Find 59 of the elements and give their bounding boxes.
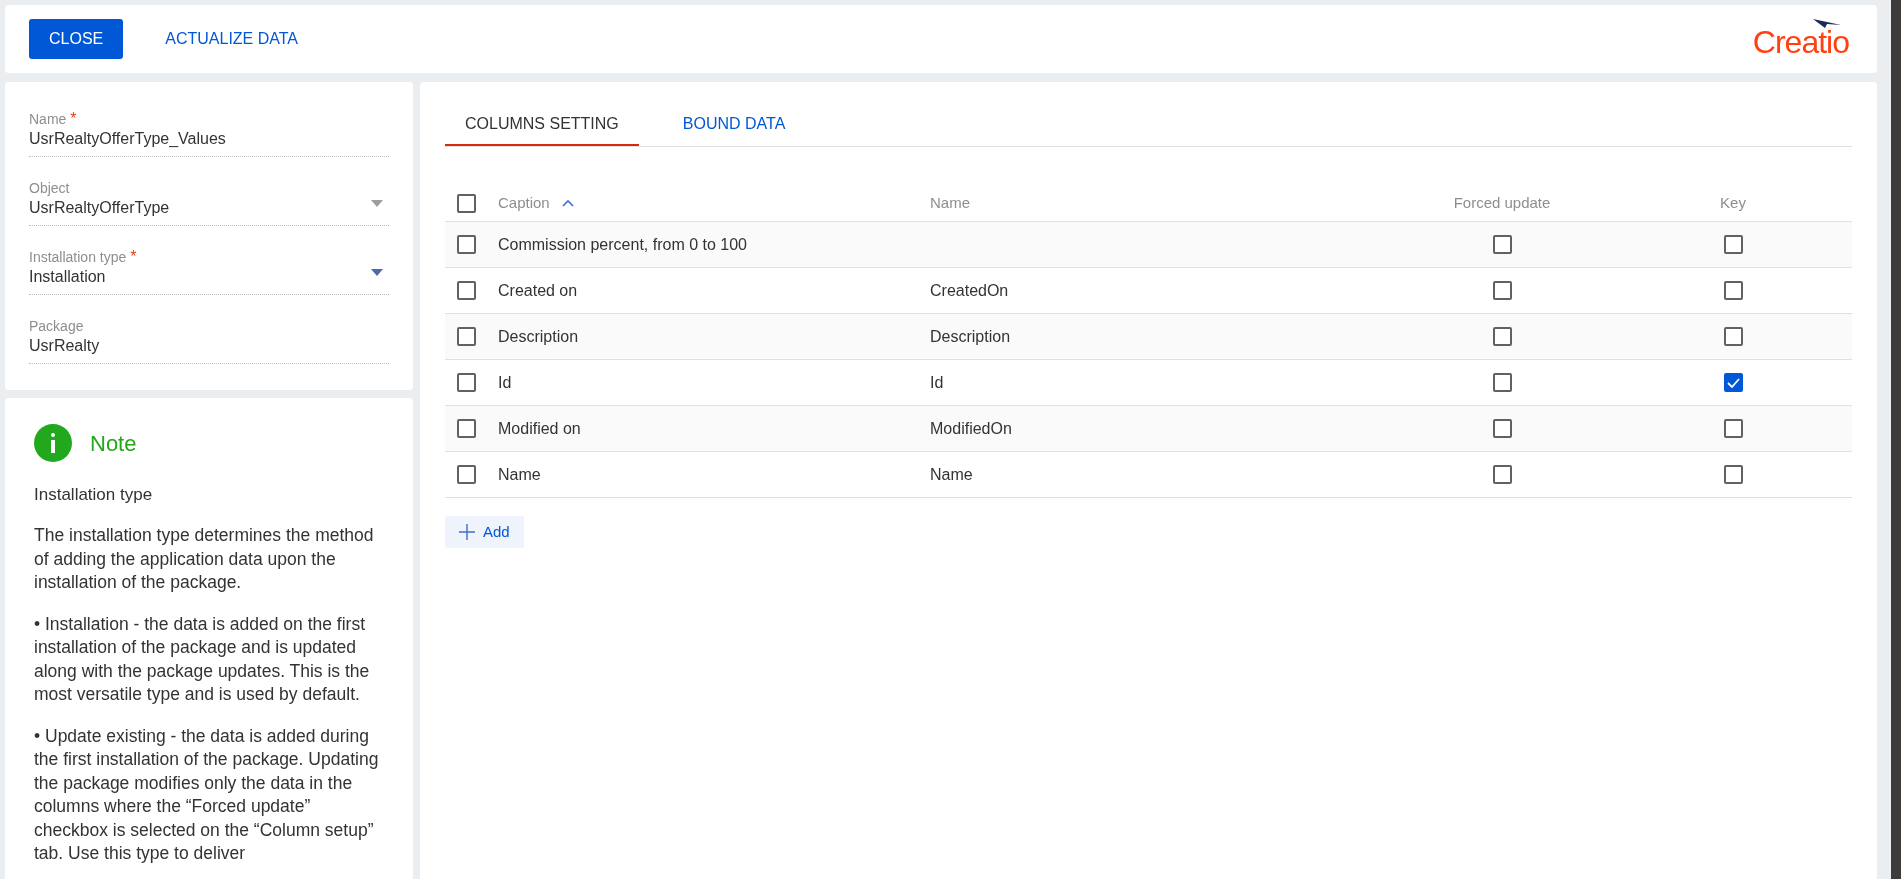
note-paragraph: • Installation - the data is added on the first installation of the package and is updated along with the package updates. This is the most versatile type and is used by default.	[34, 612, 371, 706]
name-cell: Description	[930, 327, 1011, 345]
note-title: Note	[90, 429, 137, 458]
table-row[interactable]: Modified on ModifiedOn	[445, 406, 1852, 452]
checkbox[interactable]	[1723, 419, 1743, 438]
note-paragraph: • Update existing - the data is added during the first installation of the package. Updating the package modifies only the data in the columns where the “Forced update” checkbox is selected on the “Column setup” tab. Use this type to deliver	[34, 724, 380, 865]
name-cell: CreatedOn	[930, 281, 1009, 299]
logo-wordmark: Creatio	[1752, 25, 1849, 59]
required-asterisk: *	[130, 248, 137, 266]
checkbox[interactable]	[1723, 235, 1743, 254]
tab[interactable]: BOUND DATA	[662, 104, 806, 146]
checkbox[interactable]	[1723, 327, 1743, 346]
field-label: Object	[29, 179, 70, 197]
checkbox[interactable]	[457, 281, 476, 300]
checkbox[interactable]	[457, 235, 476, 254]
checkbox[interactable]	[1723, 465, 1743, 484]
checkbox[interactable]	[1492, 465, 1512, 484]
note-subtitle: Installation type	[34, 484, 154, 506]
caption-cell: Modified on	[498, 419, 581, 437]
checkbox[interactable]	[1492, 235, 1512, 254]
field-label: Name	[29, 110, 67, 128]
field-value[interactable]: Installation	[29, 266, 371, 288]
checkbox[interactable]	[1723, 373, 1743, 392]
caption-cell: Description	[498, 327, 579, 345]
note-paragraph: The installation type determines the method of adding the application data upon the installation of the package.	[34, 524, 375, 594]
checkbox[interactable]	[1492, 327, 1512, 346]
tab[interactable]: COLUMNS SETTING	[445, 104, 639, 146]
logo-arrow-icon	[1813, 19, 1841, 29]
field-value: UsrRealtyOfferType_Values	[29, 129, 227, 149]
checkbox[interactable]	[1723, 281, 1743, 300]
name-cell: Name	[930, 465, 973, 483]
caption-cell: Name	[498, 465, 541, 483]
checkbox[interactable]	[1492, 419, 1512, 438]
close-button[interactable]: CLOSE	[29, 19, 124, 59]
dropdown-caret-icon[interactable]	[371, 269, 383, 276]
checkbox[interactable]	[1492, 281, 1512, 300]
scrollbar[interactable]	[1891, 0, 1901, 879]
field-label: Package	[29, 317, 84, 335]
name-cell: Id	[930, 373, 944, 391]
caption-cell: Id	[498, 373, 512, 391]
field-value: UsrRealty	[29, 336, 101, 356]
table-row[interactable]: Description Description	[445, 314, 1852, 360]
checkbox[interactable]	[457, 193, 476, 213]
checkbox[interactable]	[457, 373, 476, 392]
checkbox[interactable]	[457, 419, 476, 438]
checkbox[interactable]	[457, 465, 476, 484]
actualize-data-button[interactable]: ACTUALIZE DATA	[163, 19, 300, 59]
name-cell: ModifiedOn	[930, 419, 1012, 437]
required-asterisk: *	[70, 110, 77, 128]
field-label: Installation type	[29, 248, 127, 266]
checkbox[interactable]	[1492, 373, 1512, 392]
checkbox[interactable]	[457, 327, 476, 346]
add-button[interactable]: Add	[445, 516, 524, 548]
sort-ascending-icon[interactable]	[561, 199, 574, 207]
info-icon	[34, 424, 72, 462]
plus-icon	[459, 524, 475, 540]
table-row[interactable]: Commission percent, from 0 to 100	[445, 222, 1852, 268]
caption-cell: Commission percent, from 0 to 100	[498, 235, 747, 253]
caption-cell: Created on	[498, 281, 578, 299]
